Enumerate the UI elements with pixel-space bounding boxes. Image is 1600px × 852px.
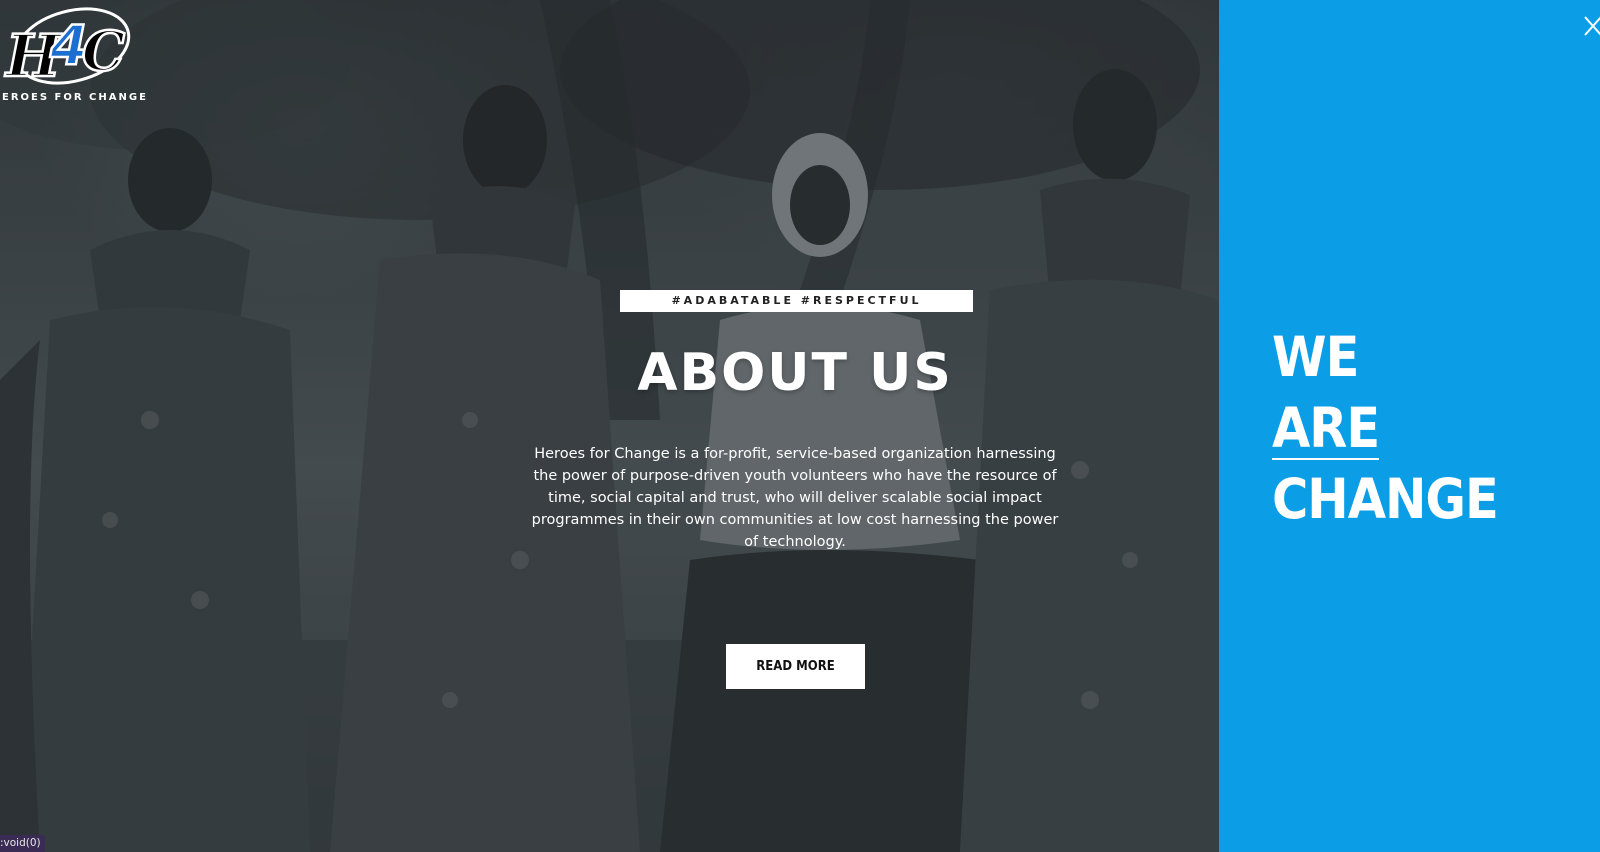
slogan-line-are: ARE — [1272, 393, 1592, 464]
close-button[interactable] — [1583, 15, 1600, 37]
slogan-link-are[interactable]: ARE — [1272, 398, 1380, 460]
slogan-line-change: CHANGE — [1272, 467, 1499, 531]
hero-title: ABOUT US — [637, 343, 953, 403]
close-icon — [1584, 16, 1600, 36]
status-bar-link: :void(0) — [0, 835, 45, 852]
hero-overlay — [0, 0, 1219, 852]
logo-text: EROES FOR CHANGE — [2, 92, 148, 103]
slogan-line-we: WE — [1272, 325, 1359, 389]
hero-description: Heroes for Change is a for-profit, servi… — [531, 446, 1059, 550]
svg-text:C: C — [82, 19, 125, 83]
slogan: WE ARE CHANGE — [1272, 322, 1592, 535]
read-more-button[interactable]: READ MORE — [726, 644, 865, 689]
page: H 4 C EROES FOR CHANGE #ADABATABLE #RESP… — [0, 0, 1600, 852]
hero-section — [0, 0, 1219, 852]
hero-tagline: #ADABATABLE #RESPECTFUL — [620, 290, 973, 312]
logo-mark: H 4 C — [3, 7, 131, 88]
logo[interactable]: H 4 C EROES FOR CHANGE — [0, 4, 160, 104]
